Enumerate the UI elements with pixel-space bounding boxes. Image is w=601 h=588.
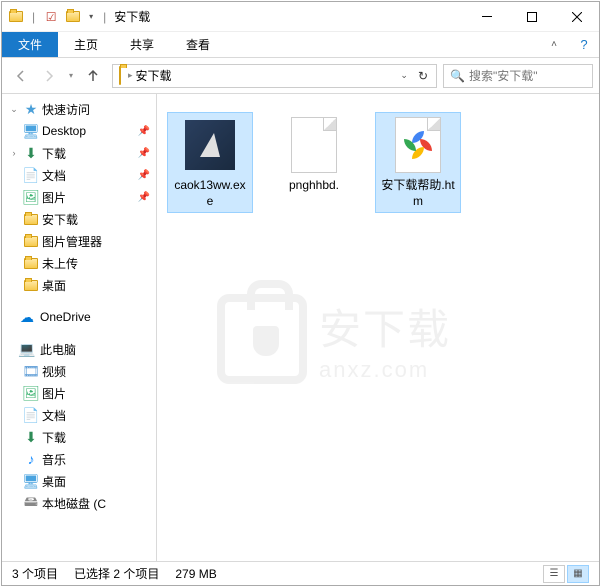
pin-icon: 📌 — [138, 148, 150, 159]
file-name: caok13ww.exe — [171, 178, 249, 209]
file-item-exe[interactable]: caok13ww.exe — [167, 112, 253, 213]
address-dropdown-icon[interactable]: ⌄ — [400, 70, 408, 81]
up-button[interactable] — [80, 63, 106, 89]
ribbon-file-tab[interactable]: 文件 — [2, 32, 58, 57]
file-list-pane[interactable]: caok13ww.exe pnghhbd. 安下载帮助.htm — [157, 94, 599, 561]
sidebar-item-downloads2[interactable]: ⬇ 下载 — [2, 426, 156, 448]
sidebar-item-desktop2[interactable]: 桌面 — [2, 274, 156, 296]
sidebar-item-pictures2[interactable]: 🖼 图片 — [2, 382, 156, 404]
sidebar-this-pc[interactable]: 💻 此电脑 — [2, 338, 156, 360]
window-title: 安下载 — [114, 8, 464, 25]
back-button[interactable] — [8, 63, 34, 89]
ribbon: 文件 主页 共享 查看 ˄ ? — [2, 32, 599, 58]
qat-dropdown-icon[interactable]: ▾ — [89, 12, 93, 21]
file-name: pnghhbd. — [289, 178, 339, 194]
sidebar-item-music[interactable]: ♪ 音乐 — [2, 448, 156, 470]
pc-icon: 💻 — [18, 340, 36, 358]
video-icon: 🎞 — [22, 362, 40, 380]
qat-separator-2: | — [103, 10, 106, 24]
navigation-bar: ▾ ▸ 安下载 ⌄ ↻ 🔍 搜索"安下载" — [2, 58, 599, 94]
refresh-icon[interactable]: ↻ — [418, 69, 428, 83]
pin-icon: 📌 — [138, 170, 150, 181]
qat-properties-icon[interactable]: ☑ — [43, 9, 59, 25]
ribbon-collapse-icon[interactable]: ˄ — [539, 32, 569, 57]
sidebar-item-desktop3[interactable]: 🖥 桌面 — [2, 470, 156, 492]
qat-newfolder-icon[interactable] — [65, 9, 81, 25]
breadcrumb-chevron-icon[interactable]: ▸ — [128, 70, 133, 81]
folder-icon — [22, 276, 40, 294]
download-icon: ⬇ — [22, 144, 40, 162]
disk-icon: 🖴 — [22, 494, 40, 512]
close-button[interactable] — [554, 2, 599, 32]
qat-separator: | — [32, 10, 35, 24]
ribbon-home-tab[interactable]: 主页 — [58, 32, 114, 57]
address-bar[interactable]: ▸ 安下载 ⌄ ↻ — [112, 64, 437, 88]
sidebar-item-desktop[interactable]: 🖥 Desktop 📌 — [2, 120, 156, 142]
pin-icon: 📌 — [138, 192, 150, 203]
forward-button[interactable] — [36, 63, 62, 89]
sidebar-item-localdisk[interactable]: 🖴 本地磁盘 (C — [2, 492, 156, 514]
status-item-count: 3 个项目 — [12, 565, 58, 582]
sidebar-item-downloads[interactable]: › ⬇ 下载 📌 — [2, 142, 156, 164]
details-view-button[interactable]: ☰ — [543, 565, 565, 583]
status-bar: 3 个项目 已选择 2 个项目 279 MB ☰ ▦ — [2, 561, 599, 585]
search-icon: 🔍 — [450, 69, 465, 83]
explorer-window: | ☑ ▾ | 安下载 文件 主页 共享 查看 ˄ ? — [1, 1, 600, 586]
status-size: 279 MB — [175, 567, 216, 581]
sidebar-item-pictures[interactable]: 🖼 图片 📌 — [2, 186, 156, 208]
sidebar-quick-access[interactable]: ⌄ ★ 快速访问 — [2, 98, 156, 120]
desktop-icon: 🖥 — [22, 472, 40, 490]
watermark: 安下载 anxz.com — [217, 294, 557, 384]
ribbon-view-tab[interactable]: 查看 — [170, 32, 226, 57]
app-folder-icon — [8, 9, 24, 25]
recent-dropdown-icon[interactable]: ▾ — [64, 63, 78, 89]
breadcrumb-current[interactable]: 安下载 — [136, 67, 172, 84]
file-item-blank[interactable]: pnghhbd. — [271, 112, 357, 198]
tree-expand-icon[interactable]: › — [8, 148, 20, 158]
sidebar-item-documents[interactable]: 📄 文档 📌 — [2, 164, 156, 186]
folder-icon — [22, 210, 40, 228]
desktop-icon: 🖥 — [22, 122, 40, 140]
titlebar: | ☑ ▾ | 安下载 — [2, 2, 599, 32]
star-icon: ★ — [22, 100, 40, 118]
document-icon: 📄 — [22, 166, 40, 184]
search-placeholder: 搜索"安下载" — [469, 67, 538, 84]
address-folder-icon — [119, 67, 121, 85]
sidebar-onedrive[interactable]: ☁ OneDrive — [2, 306, 156, 328]
picture-icon: 🖼 — [22, 188, 40, 206]
music-icon: ♪ — [22, 450, 40, 468]
status-selection: 已选择 2 个项目 — [74, 565, 159, 582]
icons-view-button[interactable]: ▦ — [567, 565, 589, 583]
navigation-pane[interactable]: ⌄ ★ 快速访问 🖥 Desktop 📌 › ⬇ 下载 📌 📄 文档 📌 — [2, 94, 157, 561]
file-icon — [285, 116, 343, 174]
sidebar-item-anxiazai[interactable]: 安下载 — [2, 208, 156, 230]
exe-icon — [181, 116, 239, 174]
sidebar-item-videos[interactable]: 🎞 视频 — [2, 360, 156, 382]
folder-icon — [22, 254, 40, 272]
sidebar-item-picmgr[interactable]: 图片管理器 — [2, 230, 156, 252]
tree-expand-icon[interactable]: ⌄ — [8, 104, 20, 115]
file-name: 安下载帮助.htm — [379, 178, 457, 209]
sidebar-item-documents2[interactable]: 📄 文档 — [2, 404, 156, 426]
document-icon: 📄 — [22, 406, 40, 424]
folder-icon — [22, 232, 40, 250]
cloud-icon: ☁ — [18, 308, 36, 326]
minimize-button[interactable] — [464, 2, 509, 32]
download-icon: ⬇ — [22, 428, 40, 446]
ribbon-share-tab[interactable]: 共享 — [114, 32, 170, 57]
picture-icon: 🖼 — [22, 384, 40, 402]
maximize-button[interactable] — [509, 2, 554, 32]
htm-icon — [389, 116, 447, 174]
help-icon[interactable]: ? — [569, 32, 599, 57]
search-input[interactable]: 🔍 搜索"安下载" — [443, 64, 593, 88]
sidebar-item-notuploaded[interactable]: 未上传 — [2, 252, 156, 274]
pin-icon: 📌 — [138, 126, 150, 137]
file-item-htm[interactable]: 安下载帮助.htm — [375, 112, 461, 213]
